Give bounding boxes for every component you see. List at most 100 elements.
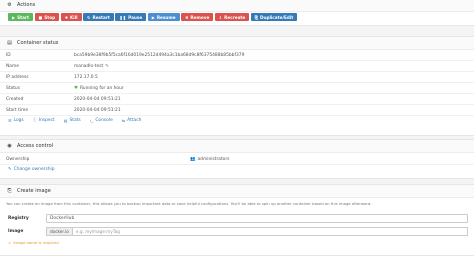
- status-key: IP address: [6, 74, 29, 80]
- pause-icon: ❚❚: [119, 14, 127, 20]
- kill-button[interactable]: ✸ Kill: [60, 13, 82, 21]
- button-label: Restart: [92, 14, 110, 20]
- image-label: Image: [8, 228, 24, 234]
- button-label: Kill: [70, 14, 78, 20]
- cogs-icon: ⚙: [7, 2, 12, 8]
- button-label: Duplicate/Edit: [259, 14, 294, 20]
- link-label: Stats: [69, 117, 81, 123]
- registry-row: Registry DockerHub: [0, 212, 474, 224]
- refresh-icon: ↻: [87, 14, 91, 20]
- plug-icon: ⇆: [121, 117, 126, 123]
- status-title: Container status: [17, 40, 59, 46]
- status-key: Created: [6, 96, 24, 102]
- image-required-warning: ⚠ Image name is required.: [8, 240, 60, 245]
- container-status-panel: ▤ Container status ID bca59b9e38f9b5f5ca…: [0, 36, 474, 136]
- container-name-value: manadlo-test ✎: [74, 64, 109, 69]
- duplicate-edit-button[interactable]: ⎘ Duplicate/Edit: [250, 13, 298, 21]
- actions-panel: ⚙ Actions ▶ Start ■ Stop ✸ Kill ↻ Restart ❚❚ Paus…: [0, 0, 474, 26]
- trash-icon: ✖: [185, 14, 189, 20]
- actions-title: Actions: [17, 2, 36, 8]
- ownership-row: Ownership 👥 administrators: [0, 154, 474, 165]
- remove-button[interactable]: ✖ Remove: [181, 13, 214, 21]
- stop-icon: ■: [38, 14, 43, 20]
- action-button-row: ▶ Start ■ Stop ✸ Kill ↻ Restart ❚❚ Pause ▶ Resume ✖ R…: [8, 13, 298, 21]
- button-label: Start: [17, 14, 29, 20]
- button-label: Recreate: [224, 14, 246, 20]
- link-label: Logs: [13, 117, 24, 123]
- server-icon: ▤: [7, 40, 12, 46]
- copy-icon: ⎘: [254, 14, 258, 20]
- file-icon: ☰: [8, 117, 12, 123]
- container-name-text: manadlo-test: [74, 63, 104, 69]
- start-button[interactable]: ▶ Start: [8, 13, 33, 21]
- eye-icon: ◉: [7, 143, 12, 149]
- play-icon: ▶: [151, 14, 155, 20]
- button-label: Stop: [44, 14, 56, 20]
- pause-button[interactable]: ❚❚ Pause: [115, 13, 147, 21]
- edit-icon[interactable]: ✎: [105, 64, 109, 69]
- link-logs[interactable]: ☰ Logs: [8, 117, 24, 123]
- link-label: Inspect: [38, 117, 55, 123]
- actions-header: ⚙ Actions: [0, 0, 474, 12]
- link-attach[interactable]: ⇆ Attach: [122, 117, 142, 123]
- status-header: ▤ Container status: [0, 37, 474, 50]
- ownership-value: 👥 administrators: [190, 157, 229, 162]
- cloud-download-icon: ⇩: [218, 14, 223, 20]
- create-image-panel: ⎘ Create image You can create an image f…: [0, 184, 474, 256]
- access-header: ◉ Access control: [0, 140, 474, 153]
- image-registry-prefix: docker.io: [46, 226, 72, 236]
- ip-address-value: 172.17.0.5: [74, 74, 98, 80]
- users-icon: 👥: [190, 156, 196, 162]
- status-row-id: ID bca59b9e38f9b5f5ca6f16d019e2512d494a3…: [0, 50, 474, 61]
- change-ownership-label: Change ownership: [13, 167, 55, 172]
- recreate-button[interactable]: ⇩ Recreate: [214, 13, 250, 21]
- status-row-ip: IP address 172.17.0.5: [0, 72, 474, 83]
- status-key: Start time: [6, 107, 29, 113]
- create-image-title: Create image: [17, 188, 51, 194]
- registry-select[interactable]: DockerHub: [46, 213, 468, 223]
- clone-icon: ⎘: [7, 188, 12, 194]
- heartbeat-icon: ♥: [74, 85, 78, 91]
- create-image-header: ⎘ Create image: [0, 185, 474, 198]
- status-key: ID: [6, 52, 11, 58]
- link-console[interactable]: ›_ Console: [90, 117, 113, 123]
- create-image-hint: You can create an image from this contai…: [6, 201, 372, 206]
- button-label: Remove: [190, 14, 210, 20]
- status-value: ♥ Running for an hour: [74, 86, 124, 91]
- start-time-value: 2020-04-04 09:51:21: [74, 107, 121, 113]
- link-label: Console: [95, 117, 113, 123]
- ownership-label: Ownership: [6, 156, 30, 162]
- restart-button[interactable]: ↻ Restart: [83, 13, 114, 21]
- registry-value: DockerHub: [50, 215, 75, 221]
- resume-button[interactable]: ▶ Resume: [147, 13, 180, 21]
- play-icon: ▶: [12, 14, 16, 20]
- status-key: Name: [6, 63, 19, 69]
- edit-icon: ✎: [8, 167, 12, 172]
- created-value: 2020-04-04 09:51:21: [74, 96, 121, 102]
- link-inspect[interactable]: ⓘ Inspect: [33, 117, 55, 123]
- access-title: Access control: [17, 143, 54, 149]
- info-icon: ⓘ: [32, 117, 37, 122]
- button-label: Resume: [156, 14, 176, 20]
- terminal-icon: ›_: [89, 117, 94, 123]
- ownership-text: administrators: [197, 156, 230, 162]
- change-ownership-link[interactable]: ✎ Change ownership: [8, 167, 55, 172]
- status-row-status: Status ♥ Running for an hour: [0, 83, 474, 94]
- link-label: Attach: [127, 117, 142, 123]
- button-label: Pause: [128, 14, 143, 20]
- bomb-icon: ✸: [64, 14, 69, 20]
- image-name-input[interactable]: e.g. myImage:myTag: [72, 226, 468, 236]
- status-row-name: Name manadlo-test ✎: [0, 61, 474, 72]
- status-row-created: Created 2020-04-04 09:51:21: [0, 94, 474, 105]
- status-text: Running for an hour: [79, 85, 124, 91]
- image-row: Image docker.io e.g. myImage:myTag: [0, 225, 474, 237]
- warning-icon: ⚠: [8, 240, 12, 245]
- registry-label: Registry: [8, 215, 29, 221]
- stop-button[interactable]: ■ Stop: [34, 13, 60, 21]
- link-stats[interactable]: ▤ Stats: [64, 117, 81, 123]
- image-required-text: Image name is required.: [13, 240, 60, 245]
- access-control-panel: ◉ Access control Ownership 👥 administrat…: [0, 139, 474, 179]
- chart-icon: ▤: [63, 117, 68, 123]
- container-links: ☰ Logs ⓘ Inspect ▤ Stats ›_ Console ⇆ Attach: [8, 117, 141, 123]
- status-row-start-time: Start time 2020-04-04 09:51:21: [0, 105, 474, 116]
